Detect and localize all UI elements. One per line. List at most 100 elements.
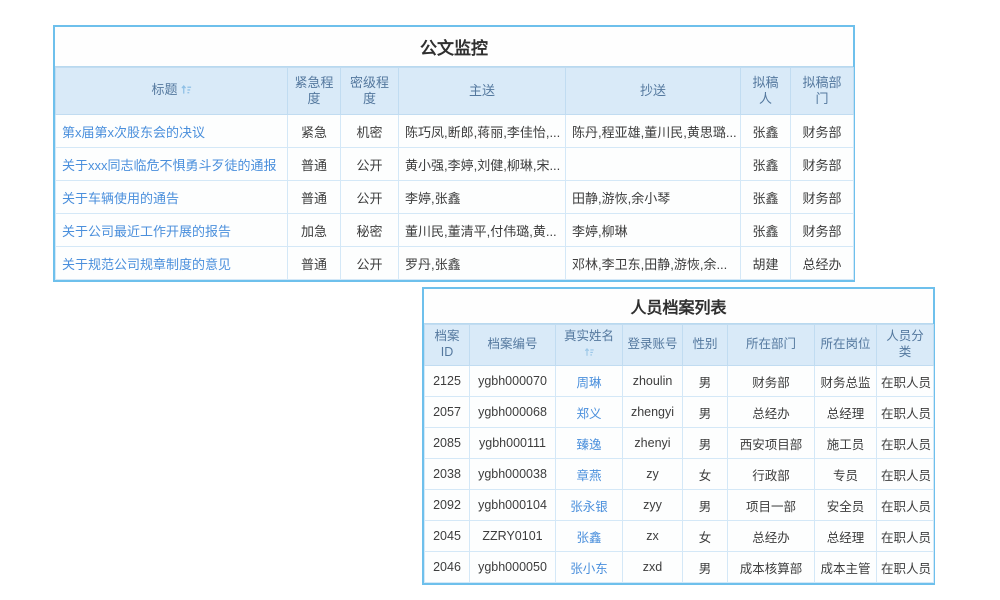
personnel-file-table: 档案ID 档案编号 真实姓名 登录账号 性别 所在部门 所在岗位 人员分类 21… [424,324,934,583]
file-id-cell: 2046 [425,552,470,583]
cc-cell: 田静,游恢,余小琴 [566,181,741,214]
drafter-cell: 张鑫 [741,115,791,148]
file-no-cell: ygbh000068 [470,397,556,428]
main-send-cell: 董川民,董清平,付伟璐,黄... [399,214,566,247]
real-name-link[interactable]: 周琳 [576,376,601,390]
position-cell: 安全员 [815,490,877,521]
doc-title-link[interactable]: 第x届第x次股东会的决议 [62,125,205,140]
doc-title-link[interactable]: 关于车辆使用的通告 [62,191,179,206]
person-type-cell: 在职人员 [877,428,934,459]
doc-title-link[interactable]: 关于规范公司规章制度的意见 [62,257,231,272]
login-account-cell: zhengyi [623,397,683,428]
secrecy-cell: 公开 [341,247,399,280]
urgency-cell: 普通 [288,247,341,280]
cc-cell: 陈丹,程亚雄,董川民,黄思璐... [566,115,741,148]
main-send-cell: 黄小强,李婷,刘健,柳琳,宋... [399,148,566,181]
draft-dept-cell: 财务部 [791,115,854,148]
gender-cell: 男 [683,552,728,583]
login-account-cell: zhenyi [623,428,683,459]
column-header-draft-dept: 拟稿部门 [791,68,854,115]
table-row: 2045 ZZRY0101 张鑫 zx 女 总经办 总经理 在职人员 [425,521,934,552]
department-cell: 西安项目部 [728,428,815,459]
doc-monitor-table: 标题 紧急程度 密级程度 主送 抄送 拟稿人 拟稿部门 第x届第x次股东会的决议… [55,67,854,280]
gender-cell: 男 [683,428,728,459]
doc-monitor-title: 公文监控 [55,27,853,67]
column-header-main-send: 主送 [399,68,566,115]
table-row: 2092 ygbh000104 张永银 zyy 男 项目一部 安全员 在职人员 [425,490,934,521]
real-name-link[interactable]: 张小东 [570,562,608,576]
column-header-file-no: 档案编号 [470,325,556,366]
file-id-cell: 2038 [425,459,470,490]
urgency-cell: 加急 [288,214,341,247]
real-name-link[interactable]: 臻逸 [576,438,601,452]
login-account-cell: zyy [623,490,683,521]
position-cell: 专员 [815,459,877,490]
table-row: 关于车辆使用的通告 普通 公开 李婷,张鑫 田静,游恢,余小琴 张鑫 财务部 [56,181,854,214]
person-type-cell: 在职人员 [877,490,934,521]
real-name-link[interactable]: 张永银 [570,500,608,514]
table-row: 第x届第x次股东会的决议 紧急 机密 陈巧凤,断郎,蒋丽,李佳怡,... 陈丹,… [56,115,854,148]
column-header-cc: 抄送 [566,68,741,115]
department-cell: 财务部 [728,366,815,397]
column-header-position: 所在岗位 [815,325,877,366]
secrecy-cell: 公开 [341,181,399,214]
file-no-cell: ygbh000038 [470,459,556,490]
real-name-link[interactable]: 章燕 [576,469,601,483]
table-row: 关于xxx同志临危不惧勇斗歹徒的通报 普通 公开 黄小强,李婷,刘健,柳琳,宋.… [56,148,854,181]
person-type-cell: 在职人员 [877,397,934,428]
department-cell: 总经办 [728,521,815,552]
login-account-cell: zxd [623,552,683,583]
person-type-cell: 在职人员 [877,459,934,490]
table-row: 2046 ygbh000050 张小东 zxd 男 成本核算部 成本主管 在职人… [425,552,934,583]
cc-cell: 李婷,柳琳 [566,214,741,247]
file-no-cell: ZZRY0101 [470,521,556,552]
file-no-cell: ygbh000050 [470,552,556,583]
position-cell: 财务总监 [815,366,877,397]
main-send-cell: 李婷,张鑫 [399,181,566,214]
urgency-cell: 紧急 [288,115,341,148]
secrecy-cell: 机密 [341,115,399,148]
sort-icon[interactable] [181,83,192,99]
drafter-cell: 张鑫 [741,148,791,181]
real-name-link[interactable]: 张鑫 [576,531,601,545]
department-cell: 成本核算部 [728,552,815,583]
table-row: 2085 ygbh000111 臻逸 zhenyi 男 西安项目部 施工员 在职… [425,428,934,459]
column-header-secrecy: 密级程度 [341,68,399,115]
file-no-cell: ygbh000070 [470,366,556,397]
secrecy-cell: 秘密 [341,214,399,247]
sort-icon[interactable] [560,346,618,362]
column-header-drafter: 拟稿人 [741,68,791,115]
personnel-file-title: 人员档案列表 [424,289,933,324]
position-cell: 总经理 [815,397,877,428]
doc-title-link[interactable]: 关于xxx同志临危不惧勇斗歹徒的通报 [62,158,277,173]
gender-cell: 女 [683,459,728,490]
login-account-cell: zhoulin [623,366,683,397]
doc-title-link[interactable]: 关于公司最近工作开展的报告 [62,224,231,239]
drafter-cell: 张鑫 [741,181,791,214]
file-id-cell: 2125 [425,366,470,397]
column-header-gender: 性别 [683,325,728,366]
urgency-cell: 普通 [288,148,341,181]
real-name-link[interactable]: 郑义 [576,407,601,421]
draft-dept-cell: 财务部 [791,181,854,214]
person-header-row: 档案ID 档案编号 真实姓名 登录账号 性别 所在部门 所在岗位 人员分类 [425,325,934,366]
draft-dept-cell: 财务部 [791,148,854,181]
person-type-cell: 在职人员 [877,366,934,397]
column-header-real-name-label: 真实姓名 [564,329,614,343]
gender-cell: 女 [683,521,728,552]
person-type-cell: 在职人员 [877,552,934,583]
table-row: 关于公司最近工作开展的报告 加急 秘密 董川民,董清平,付伟璐,黄... 李婷,… [56,214,854,247]
column-header-title[interactable]: 标题 [56,68,288,115]
column-header-real-name[interactable]: 真实姓名 [556,325,623,366]
doc-monitor-panel: 公文监控 标题 紧急程度 密级程度 主送 抄送 拟稿人 拟稿部门 第x届第x次股… [53,25,855,282]
column-header-urgency: 紧急程度 [288,68,341,115]
urgency-cell: 普通 [288,181,341,214]
login-account-cell: zy [623,459,683,490]
main-send-cell: 罗丹,张鑫 [399,247,566,280]
file-no-cell: ygbh000104 [470,490,556,521]
gender-cell: 男 [683,397,728,428]
department-cell: 行政部 [728,459,815,490]
cc-cell [566,148,741,181]
position-cell: 施工员 [815,428,877,459]
login-account-cell: zx [623,521,683,552]
